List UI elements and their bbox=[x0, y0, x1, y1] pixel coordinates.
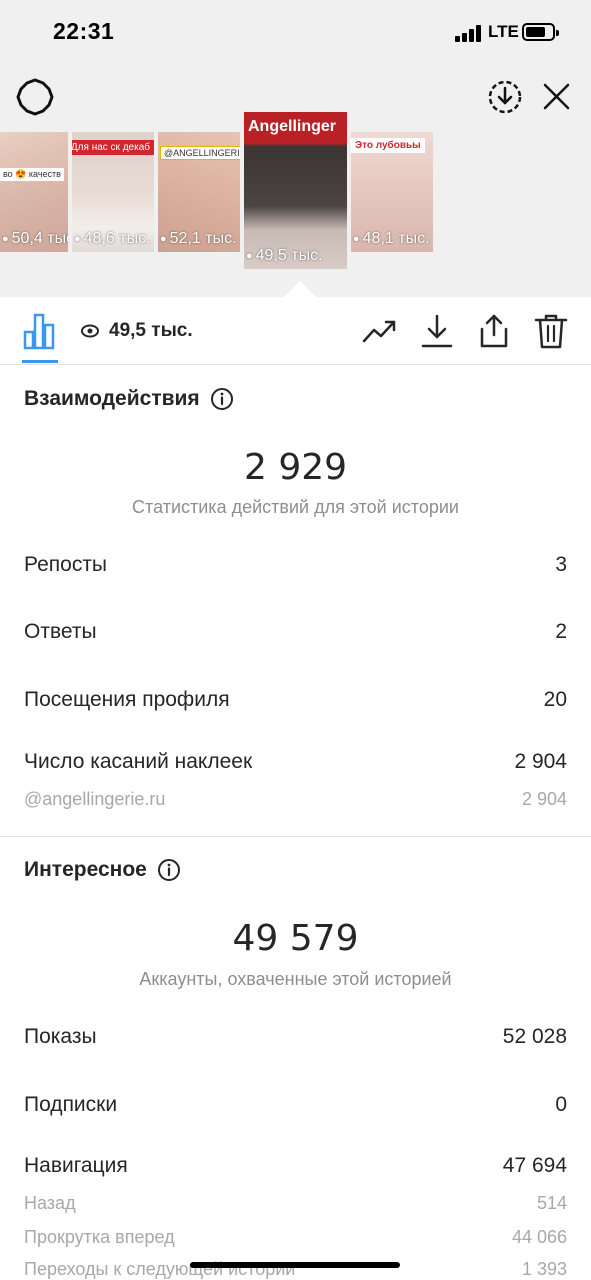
insights-toolbar: 49,5 тыс. bbox=[0, 297, 591, 365]
eye-icon bbox=[81, 324, 99, 338]
status-time: 22:31 bbox=[53, 18, 115, 44]
stat-row-navigation: Навигация 47 694 bbox=[24, 1154, 567, 1178]
interactions-section-title: Взаимодействия bbox=[24, 387, 234, 411]
trash-icon[interactable] bbox=[531, 311, 571, 351]
view-count: 49,5 тыс. bbox=[81, 320, 193, 342]
story-preview-area: 22:31 LTE во 😍 качеств ●50,4 тыс. bbox=[0, 0, 591, 297]
thumbnail-views-value: 49,5 тыс. bbox=[255, 247, 323, 264]
story-thumbnail[interactable]: Для нас ск декаб ● 48,6 тыс. bbox=[72, 132, 154, 252]
stat-row-profile-visits: Посещения профиля 20 bbox=[24, 688, 567, 712]
stat-value: 2 904 bbox=[521, 789, 567, 809]
stat-row-follows: Подписки 0 bbox=[24, 1093, 567, 1117]
stat-row-sticker-mention[interactable]: @angellingerie.ru 2 904 bbox=[24, 789, 567, 810]
active-tab-indicator bbox=[22, 360, 58, 363]
stat-value: 2 904 bbox=[514, 750, 567, 773]
stat-value: 20 bbox=[543, 688, 567, 711]
stat-row-replies: Ответы 2 bbox=[24, 620, 567, 644]
discovery-title-text: Интересное bbox=[24, 858, 147, 881]
discovery-total: 49 579 bbox=[232, 918, 359, 959]
stat-value: 44 066 bbox=[511, 1227, 567, 1247]
share-icon[interactable] bbox=[474, 311, 514, 351]
stat-label: Показы bbox=[24, 1025, 97, 1048]
bar-chart-icon[interactable] bbox=[23, 312, 57, 350]
stat-row-sticker-taps: Число касаний наклеек 2 904 bbox=[24, 750, 567, 774]
stat-label: Назад bbox=[24, 1193, 76, 1213]
trending-icon[interactable] bbox=[360, 311, 400, 351]
stat-row-back: Назад 514 bbox=[24, 1193, 567, 1214]
stat-label: Число касаний наклеек bbox=[24, 750, 253, 773]
stat-value: 52 028 bbox=[502, 1025, 567, 1048]
thumbnail-views: ● 48,1 тыс. bbox=[353, 230, 430, 248]
download-icon[interactable] bbox=[417, 311, 457, 351]
thumbnail-views-value: 50,4 тыс. bbox=[11, 230, 68, 247]
stat-value: 3 bbox=[555, 553, 567, 576]
stat-row-impressions: Показы 52 028 bbox=[24, 1025, 567, 1049]
status-bar: 22:31 LTE bbox=[0, 0, 591, 66]
stat-row-forward: Прокрутка вперед 44 066 bbox=[24, 1227, 567, 1248]
thumbnail-views: ● 52,1 тыс. bbox=[160, 230, 237, 248]
thumbnail-views: ● 49,5 тыс. bbox=[246, 247, 323, 265]
thumbnail-views-value: 48,1 тыс. bbox=[362, 230, 430, 247]
stat-value: 0 bbox=[555, 1093, 567, 1116]
network-label: LTE bbox=[488, 22, 519, 41]
stat-label: Навигация bbox=[24, 1154, 128, 1177]
home-indicator[interactable] bbox=[190, 1262, 400, 1268]
stat-value: 47 694 bbox=[502, 1154, 567, 1177]
interactions-subtitle: Статистика действий для этой истории bbox=[132, 497, 459, 517]
story-thumbnail[interactable]: @ANGELLINGERIE ● 52,1 тыс. bbox=[158, 132, 240, 252]
thumbnail-caption: Это лубовьы bbox=[351, 138, 425, 153]
story-thumbnail-selected[interactable]: Angellinger ● 49,5 тыс. bbox=[244, 112, 347, 269]
thumbnail-views: ●50,4 тыс. bbox=[2, 230, 68, 248]
section-divider bbox=[0, 836, 591, 837]
stat-label: Подписки bbox=[24, 1093, 118, 1116]
story-thumbnail[interactable]: во 😍 качеств ●50,4 тыс. bbox=[0, 132, 68, 252]
thumbnail-caption: во 😍 качеств bbox=[0, 168, 64, 181]
interactions-title-text: Взаимодействия bbox=[24, 387, 200, 410]
thumbnail-views-value: 48,6 тыс. bbox=[83, 230, 151, 247]
stat-row-reposts: Репосты 3 bbox=[24, 553, 567, 577]
stat-value: 514 bbox=[536, 1193, 567, 1213]
signal-icon bbox=[455, 24, 483, 42]
thumbnail-caption: Для нас ск декаб bbox=[72, 140, 154, 155]
stat-label: Прокрутка вперед bbox=[24, 1227, 175, 1247]
discovery-subtitle: Аккаунты, охваченные этой историей bbox=[139, 969, 452, 989]
stat-label: Репосты bbox=[24, 553, 108, 576]
stat-label: @angellingerie.ru bbox=[24, 789, 166, 809]
stat-value: 2 bbox=[555, 620, 567, 643]
thumbnail-views: ● 48,6 тыс. bbox=[74, 230, 151, 248]
eye-icon: ● bbox=[74, 233, 81, 245]
story-thumbnails: во 😍 качеств ●50,4 тыс. Для нас ск декаб… bbox=[0, 112, 591, 272]
eye-icon: ● bbox=[2, 233, 9, 245]
thumbnail-caption: @ANGELLINGERIE bbox=[160, 146, 240, 160]
info-icon[interactable] bbox=[157, 858, 181, 882]
battery-icon bbox=[522, 23, 559, 41]
selected-pointer bbox=[284, 281, 316, 297]
interactions-total: 2 929 bbox=[243, 447, 348, 488]
stat-label: Посещения профиля bbox=[24, 688, 230, 711]
stat-label: Ответы bbox=[24, 620, 97, 643]
discovery-section-title: Интересное bbox=[24, 858, 181, 882]
stat-value: 1 393 bbox=[521, 1259, 567, 1279]
thumbnail-views-value: 52,1 тыс. bbox=[169, 230, 237, 247]
eye-icon: ● bbox=[353, 233, 360, 245]
info-icon[interactable] bbox=[210, 387, 234, 411]
view-count-value: 49,5 тыс. bbox=[109, 320, 193, 341]
eye-icon: ● bbox=[246, 250, 253, 262]
eye-icon: ● bbox=[160, 233, 167, 245]
thumbnail-caption: Angellinger bbox=[248, 118, 337, 135]
story-thumbnail[interactable]: Это лубовьы ● 48,1 тыс. bbox=[351, 132, 433, 252]
